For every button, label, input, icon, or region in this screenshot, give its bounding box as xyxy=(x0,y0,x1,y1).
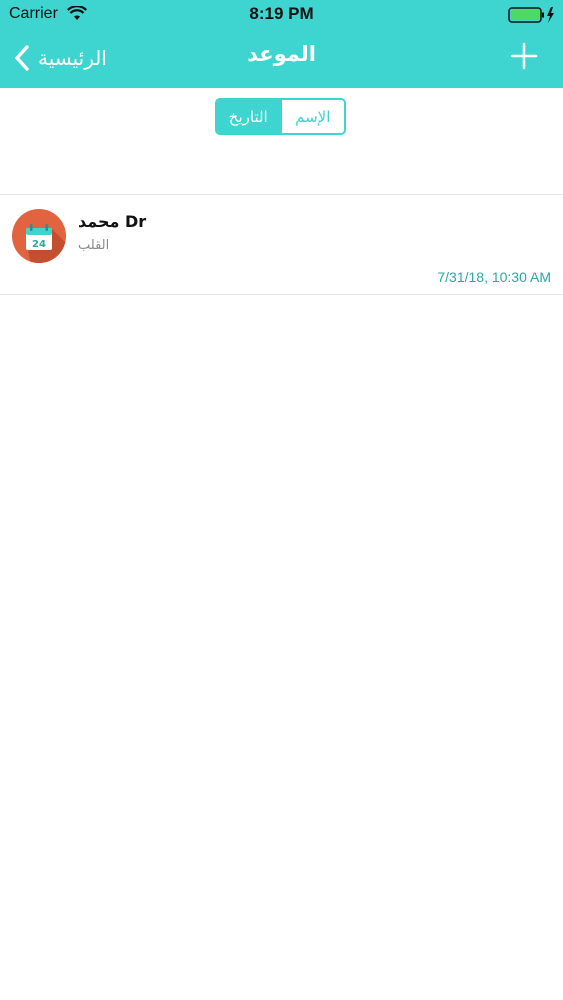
appointment-title: محمد Dr xyxy=(78,212,147,231)
segment-date[interactable]: التاريخ xyxy=(217,100,280,133)
page-title: الموعد xyxy=(247,42,316,66)
segment-name[interactable]: الإسم xyxy=(279,100,344,133)
navigation-bar: الرئيسية الموعد xyxy=(0,30,563,88)
appointment-subtitle: القلب xyxy=(78,238,110,253)
calendar-icon: 24 xyxy=(12,209,66,263)
appointment-datetime: 7/31/18, 10:30 AM xyxy=(437,269,551,285)
battery-icon xyxy=(508,7,554,23)
add-icon[interactable] xyxy=(510,42,538,70)
top-bar: Carrier 8:19 PM الرئيسية الموعد xyxy=(0,0,563,88)
sort-segmented-control: التاريخ الإسم xyxy=(215,98,346,135)
list-bottom-divider xyxy=(0,294,563,295)
status-time: 8:19 PM xyxy=(249,4,314,23)
appointment-row[interactable]: 24 محمد Dr القلب 7/31/18, 10:30 AM xyxy=(0,195,563,294)
status-bar: Carrier 8:19 PM xyxy=(0,0,563,30)
calendar-icon-number: 24 xyxy=(32,239,46,250)
